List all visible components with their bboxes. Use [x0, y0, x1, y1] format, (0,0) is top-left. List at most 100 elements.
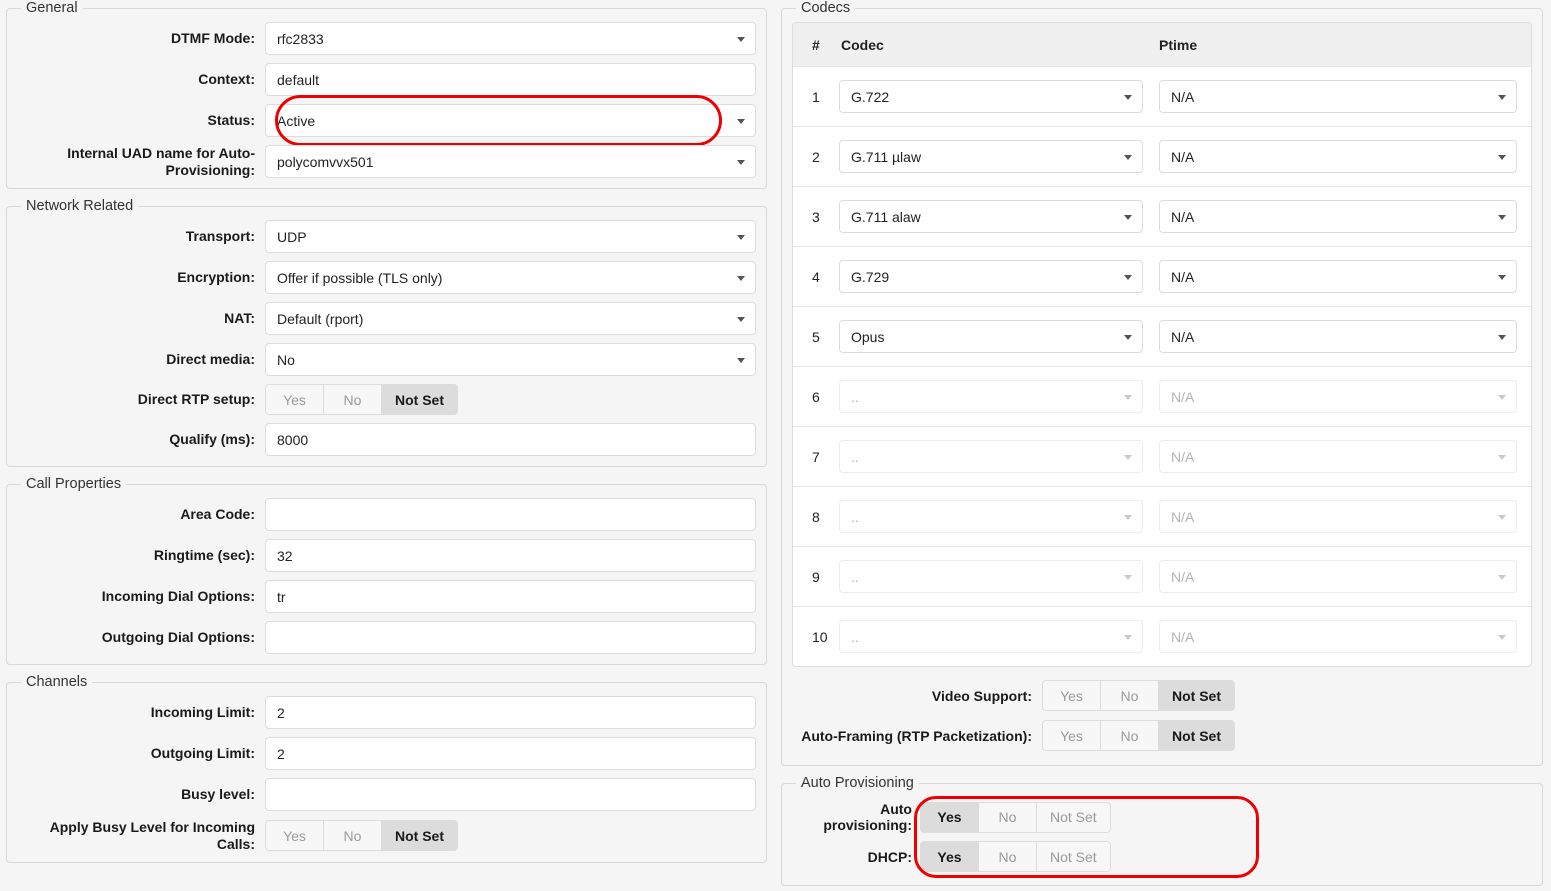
network-select-nat[interactable]: Default (rport) — [265, 302, 756, 335]
network-related-section: Network Related Transport:UDPEncryption:… — [6, 198, 767, 467]
network-control-direct-media: No — [265, 343, 756, 376]
chevron-down-icon — [737, 119, 745, 124]
network-input-qualify-ms[interactable]: 8000 — [265, 423, 756, 456]
codec-select-3[interactable]: G.711 alaw — [839, 200, 1143, 233]
channels-rows: Incoming Limit:2Outgoing Limit:2Busy lev… — [17, 696, 756, 852]
auto-provisioning-dhcp-segmented-control: YesNoNot Set — [920, 841, 1111, 872]
ptime-select-9[interactable]: N/A — [1159, 560, 1517, 593]
call-properties-section: Call Properties Area Code:Ringtime (sec)… — [6, 476, 767, 665]
auto-provisioning-auto-provisioning-option-yes[interactable]: Yes — [920, 802, 978, 833]
ptime-cell: N/A — [1159, 560, 1531, 593]
codecs-video-support-option-not-set[interactable]: Not Set — [1158, 680, 1235, 711]
codec-select-10[interactable]: .. — [839, 620, 1143, 653]
codec-row-number: 2 — [793, 149, 839, 165]
auto-provisioning-auto-provisioning-option-not-set[interactable]: Not Set — [1036, 802, 1111, 833]
call-properties-row-outgoing-dial-options: Outgoing Dial Options: — [17, 621, 756, 654]
channels-label-outgoing-limit: Outgoing Limit: — [17, 745, 265, 762]
codec-select-1[interactable]: G.722 — [839, 80, 1143, 113]
chevron-down-icon — [1498, 215, 1506, 220]
codec-row-number: 10 — [793, 629, 839, 645]
codec-row: 8..N/A — [793, 486, 1531, 546]
call-properties-input-incoming-dial-options[interactable]: tr — [265, 580, 756, 613]
chevron-down-icon — [1498, 335, 1506, 340]
network-select-encryption[interactable]: Offer if possible (TLS only) — [265, 261, 756, 294]
channels-input-incoming-limit[interactable]: 2 — [265, 696, 756, 729]
ptime-select-5[interactable]: N/A — [1159, 320, 1517, 353]
codec-value-10: .. — [851, 629, 859, 645]
channels-apply-busy-level-for-incoming-calls-option-not-set[interactable]: Not Set — [381, 820, 458, 851]
codecs-table-header: #CodecPtime — [793, 23, 1531, 66]
auto-provisioning-dhcp-option-yes[interactable]: Yes — [920, 841, 978, 872]
network-direct-rtp-setup-option-yes[interactable]: Yes — [265, 384, 323, 415]
channels-input-busy-level[interactable] — [265, 778, 756, 811]
codecs-auto-framing-rtp-packetization-option-no[interactable]: No — [1100, 720, 1158, 751]
codec-value-9: .. — [851, 569, 859, 585]
auto-provisioning-label-auto-provisioning: Auto provisioning: — [792, 801, 920, 833]
call-properties-control-incoming-dial-options: tr — [265, 580, 756, 613]
general-select-internal-uad-name-for-auto-provisioning[interactable]: polycomvvx501 — [265, 145, 756, 178]
network-direct-rtp-setup-option-not-set[interactable]: Not Set — [381, 384, 458, 415]
network-label-qualify-ms: Qualify (ms): — [17, 431, 265, 448]
channels-apply-busy-level-for-incoming-calls-option-yes[interactable]: Yes — [265, 820, 323, 851]
codecs-toggle-label-video-support: Video Support: — [792, 688, 1042, 704]
general-row-context: Context:default — [17, 63, 756, 96]
network-related-legend: Network Related — [21, 198, 138, 214]
general-select-dtmf-mode[interactable]: rfc2833 — [265, 22, 756, 55]
ptime-select-6[interactable]: N/A — [1159, 380, 1517, 413]
auto-provisioning-auto-provisioning-option-no[interactable]: No — [978, 802, 1036, 833]
call-properties-label-incoming-dial-options: Incoming Dial Options: — [17, 588, 265, 605]
codec-select-7[interactable]: .. — [839, 440, 1143, 473]
network-direct-rtp-setup-segmented-control: YesNoNot Set — [265, 384, 458, 415]
codecs-video-support-option-no[interactable]: No — [1100, 680, 1158, 711]
codecs-auto-framing-rtp-packetization-option-yes[interactable]: Yes — [1042, 720, 1100, 751]
codec-value-4: G.729 — [851, 269, 889, 285]
codecs-auto-framing-rtp-packetization-option-not-set[interactable]: Not Set — [1158, 720, 1235, 751]
codec-select-6[interactable]: .. — [839, 380, 1143, 413]
channels-input-outgoing-limit[interactable]: 2 — [265, 737, 756, 770]
codecs-column-header-codec: Codec — [839, 37, 1159, 53]
channels-apply-busy-level-for-incoming-calls-option-no[interactable]: No — [323, 820, 381, 851]
right-column: Codecs #CodecPtime1G.722N/A2G.711 µlawN/… — [775, 0, 1551, 891]
chevron-down-icon — [1124, 155, 1132, 160]
network-value-direct-media: No — [277, 352, 295, 368]
codec-value-1: G.722 — [851, 89, 889, 105]
ptime-select-4[interactable]: N/A — [1159, 260, 1517, 293]
network-direct-rtp-setup-option-no[interactable]: No — [323, 384, 381, 415]
codecs-video-support-option-yes[interactable]: Yes — [1042, 680, 1100, 711]
network-select-transport[interactable]: UDP — [265, 220, 756, 253]
ptime-select-1[interactable]: N/A — [1159, 80, 1517, 113]
call-properties-input-outgoing-dial-options[interactable] — [265, 621, 756, 654]
codec-select-9[interactable]: .. — [839, 560, 1143, 593]
codec-cell: .. — [839, 440, 1159, 473]
chevron-down-icon — [1498, 575, 1506, 580]
ptime-value-2: N/A — [1171, 149, 1194, 165]
auto-provisioning-dhcp-option-no[interactable]: No — [978, 841, 1036, 872]
chevron-down-icon — [737, 235, 745, 240]
chevron-down-icon — [737, 37, 745, 42]
ptime-select-8[interactable]: N/A — [1159, 500, 1517, 533]
general-select-status[interactable]: Active — [265, 104, 756, 137]
codec-select-4[interactable]: G.729 — [839, 260, 1143, 293]
general-value-dtmf-mode: rfc2833 — [277, 31, 324, 47]
ptime-select-10[interactable]: N/A — [1159, 620, 1517, 653]
channels-control-busy-level — [265, 778, 756, 811]
codec-select-2[interactable]: G.711 µlaw — [839, 140, 1143, 173]
codec-select-8[interactable]: .. — [839, 500, 1143, 533]
call-properties-row-area-code: Area Code: — [17, 498, 756, 531]
chevron-down-icon — [1498, 635, 1506, 640]
auto-provisioning-control-dhcp: YesNoNot Set — [920, 841, 1111, 872]
network-select-direct-media[interactable]: No — [265, 343, 756, 376]
codec-select-5[interactable]: Opus — [839, 320, 1143, 353]
auto-provisioning-label-dhcp: DHCP: — [792, 849, 920, 865]
ptime-select-3[interactable]: N/A — [1159, 200, 1517, 233]
auto-provisioning-dhcp-option-not-set[interactable]: Not Set — [1036, 841, 1111, 872]
call-properties-input-ringtime-sec[interactable]: 32 — [265, 539, 756, 572]
ptime-select-2[interactable]: N/A — [1159, 140, 1517, 173]
general-input-context[interactable]: default — [265, 63, 756, 96]
general-legend: General — [21, 0, 83, 16]
call-properties-label-ringtime-sec: Ringtime (sec): — [17, 547, 265, 564]
call-properties-input-area-code[interactable] — [265, 498, 756, 531]
ptime-select-7[interactable]: N/A — [1159, 440, 1517, 473]
network-value-encryption: Offer if possible (TLS only) — [277, 270, 442, 286]
auto-provisioning-control-auto-provisioning: YesNoNot Set — [920, 802, 1111, 833]
